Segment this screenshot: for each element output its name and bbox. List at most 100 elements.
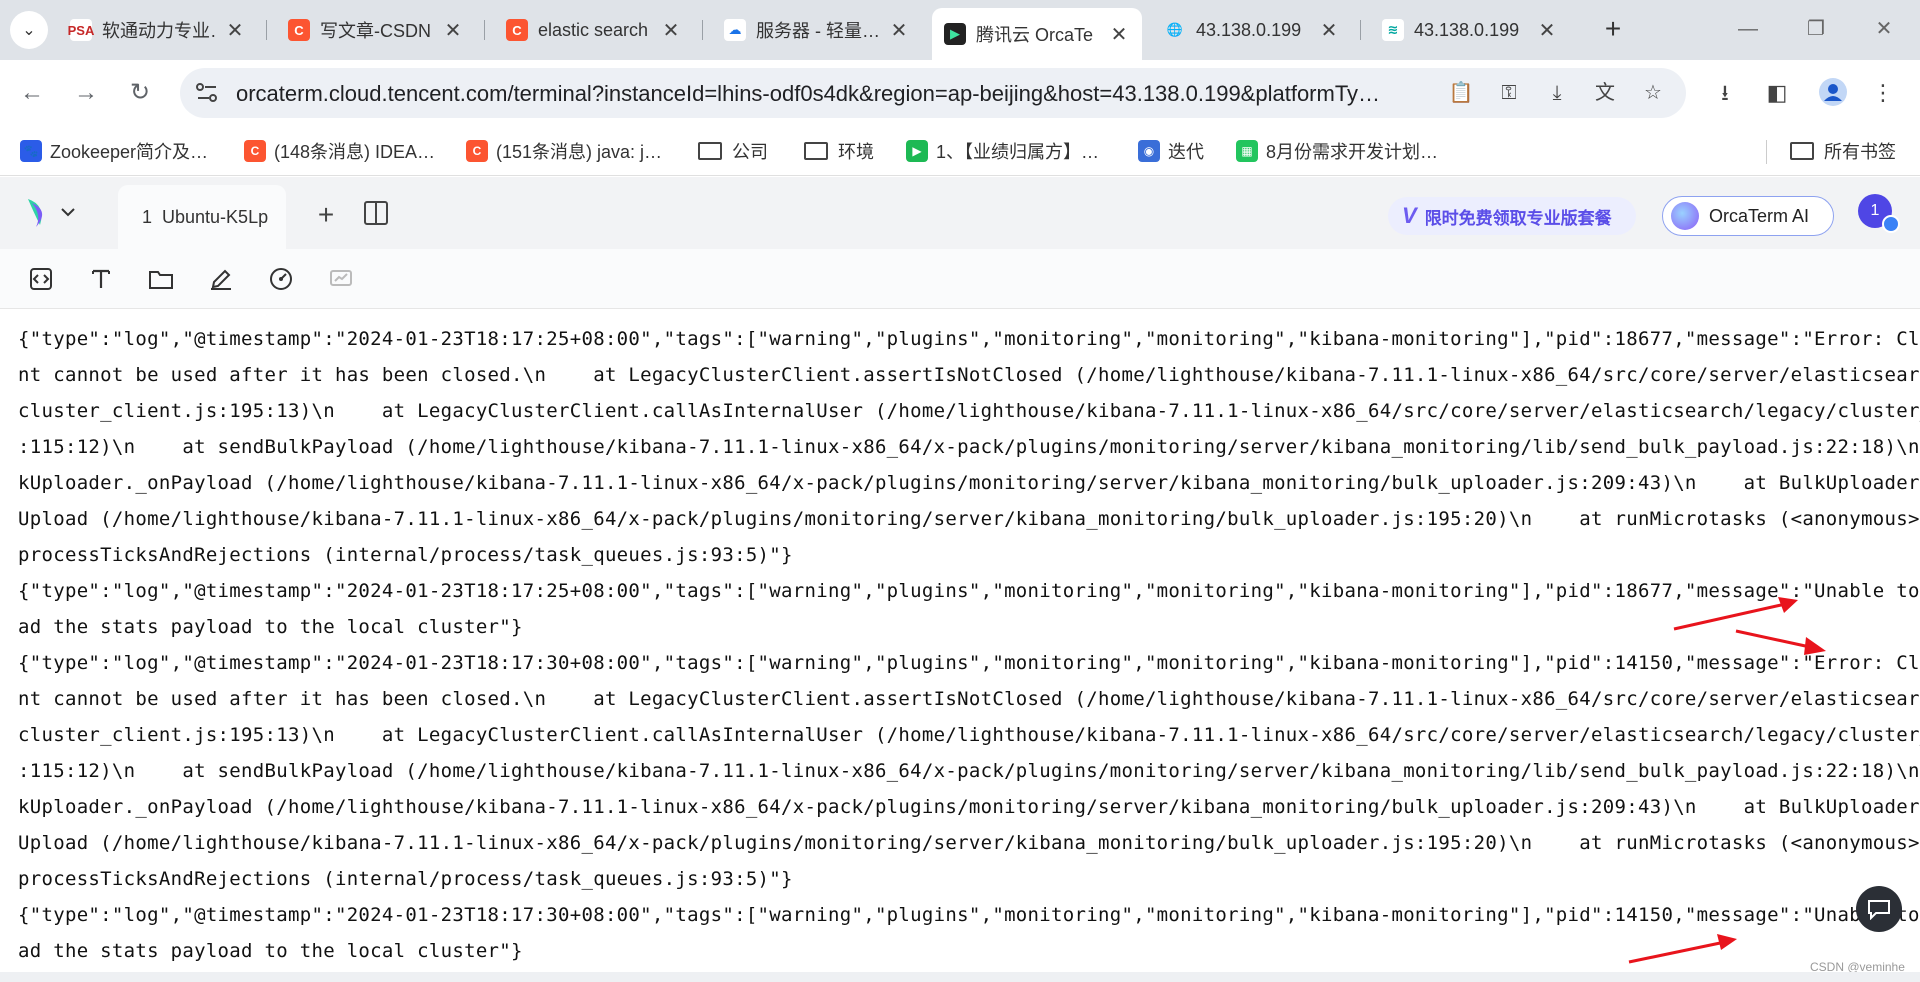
bookmark-item[interactable]: ▶ 1、【业绩归属方】… xyxy=(906,138,1099,164)
install-app-icon[interactable]: ⤓ xyxy=(1540,78,1574,108)
bookmark-label: 迭代 xyxy=(1168,142,1204,162)
v-badge-icon: V xyxy=(1402,203,1417,228)
orca-logo-menu[interactable] xyxy=(24,195,84,231)
promo-banner[interactable]: V 限时免费领取专业版套餐 xyxy=(1388,197,1636,235)
code-icon[interactable] xyxy=(28,266,54,292)
browser-tab[interactable]: ☁ 服务器 - 轻量… ✕ xyxy=(712,10,922,50)
browser-tab[interactable]: ▶ 腾讯云 OrcaTe ✕ xyxy=(932,8,1142,60)
csdn-icon: C xyxy=(244,140,266,162)
menu-icon[interactable]: ⋮ xyxy=(1866,77,1900,109)
browser-tab[interactable]: 🌐 43.138.0.199 ✕ xyxy=(1152,10,1352,50)
tab-favicon-icon: PSA xyxy=(68,19,94,41)
paw-icon: 🐾 xyxy=(20,140,42,162)
tab-label: 43.138.0.199 xyxy=(1414,19,1520,40)
bookmark-item[interactable]: C (148条消息) IDEA… xyxy=(244,138,435,164)
browser-toolbar: ← → ↻ orcaterm.cloud.tencent.com/termina… xyxy=(0,60,1920,126)
tab-close-icon[interactable]: ✕ xyxy=(888,18,910,43)
url-text[interactable]: orcaterm.cloud.tencent.com/terminal?inst… xyxy=(236,81,1416,107)
bookmark-item[interactable]: 公司 xyxy=(698,138,768,164)
key-icon[interactable]: ⚿ xyxy=(1492,78,1526,108)
browser-tab[interactable]: Celastic search ✕ xyxy=(494,10,694,50)
chevron-down-icon: ⌄ xyxy=(22,22,36,39)
tab-favicon-icon: ≋ xyxy=(1382,19,1404,41)
tab-close-icon[interactable]: ✕ xyxy=(1536,18,1558,43)
tab-separator xyxy=(1360,20,1361,40)
bookmark-label: 8月份需求开发计划… xyxy=(1266,142,1439,162)
clipboard-icon[interactable]: 📋 xyxy=(1444,78,1478,108)
site-settings-icon[interactable] xyxy=(194,81,220,105)
reload-button[interactable]: ↻ xyxy=(124,77,156,109)
terminal-line: cluster_client.js:195:13)\n at LegacyClu… xyxy=(18,724,1920,746)
bookmark-item[interactable]: 环境 xyxy=(804,138,874,164)
browser-tab[interactable]: ≋ 43.138.0.199 ✕ xyxy=(1370,10,1570,50)
grid-icon: ▦ xyxy=(1236,140,1258,162)
tab-label: 软通动力专业… xyxy=(102,21,218,41)
orcaterm-ai-button[interactable]: OrcaTerm AI xyxy=(1662,196,1834,236)
ai-logo-icon xyxy=(1671,202,1699,230)
tab-close-icon[interactable]: ✕ xyxy=(1318,18,1340,43)
bookmark-separator xyxy=(1766,140,1767,164)
tab-label: elastic search xyxy=(538,19,649,40)
bookmark-item[interactable]: ▦ 8月份需求开发计划… xyxy=(1236,138,1438,164)
translate-icon[interactable]: 文 xyxy=(1588,78,1622,108)
download-icon[interactable]: ⭳ xyxy=(1708,77,1742,109)
terminal-toolbar xyxy=(0,249,1920,309)
tab-search-button[interactable]: ⌄ xyxy=(10,11,48,49)
play-icon: ▶ xyxy=(906,140,928,162)
bookmark-label: 公司 xyxy=(732,142,768,162)
tab-close-icon[interactable]: ✕ xyxy=(224,18,246,43)
terminal-output[interactable]: {"type":"log","@timestamp":"2024-01-23T1… xyxy=(0,310,1920,972)
tab-close-icon[interactable]: ✕ xyxy=(660,18,682,43)
forward-button[interactable]: → xyxy=(70,77,102,109)
chat-button[interactable] xyxy=(1856,886,1902,932)
terminal-line: kUploader._onPayload (/home/lighthouse/k… xyxy=(18,472,1920,494)
address-bar[interactable]: orcaterm.cloud.tencent.com/terminal?inst… xyxy=(180,68,1686,118)
bookmark-item[interactable]: 🐾 Zookeeper简介及… xyxy=(20,138,208,164)
terminal-line: :115:12)\n at sendBulkPayload (/home/lig… xyxy=(18,760,1920,782)
terminal-line: ad the stats payload to the local cluste… xyxy=(18,940,523,962)
orca-logo-icon xyxy=(28,199,75,227)
profile-icon[interactable] xyxy=(1816,77,1850,109)
tab-close-icon[interactable]: ✕ xyxy=(442,18,464,43)
tab-label: 腾讯云 OrcaTe xyxy=(976,25,1094,45)
tab-close-icon[interactable]: ✕ xyxy=(1108,22,1130,47)
side-panel-icon[interactable]: ◧ xyxy=(1760,77,1794,109)
tab-favicon-icon: ▶ xyxy=(944,23,966,45)
terminal-line: nt cannot be used after it has been clos… xyxy=(18,364,1920,386)
split-view-icon[interactable] xyxy=(364,201,388,225)
folder-icon xyxy=(804,142,828,160)
folder-icon[interactable] xyxy=(148,266,174,292)
terminal-line: {"type":"log","@timestamp":"2024-01-23T1… xyxy=(18,328,1920,350)
tab-separator xyxy=(702,20,703,40)
terminal-line: {"type":"log","@timestamp":"2024-01-23T1… xyxy=(18,580,1920,602)
new-tab-button[interactable]: + xyxy=(1597,14,1629,46)
tab-favicon-icon: C xyxy=(506,19,528,41)
bookmark-item[interactable]: C (151条消息) java: j… xyxy=(466,138,662,164)
bookmark-star-icon[interactable]: ☆ xyxy=(1636,78,1670,108)
back-button[interactable]: ← xyxy=(16,77,48,109)
browser-tab[interactable]: PSA 软通动力专业… ✕ xyxy=(58,10,258,50)
all-bookmarks[interactable]: 所有书签 xyxy=(1790,138,1896,164)
bookmark-item[interactable]: ◉ 迭代 xyxy=(1138,138,1204,164)
session-tab[interactable]: 1 Ubuntu-K5Lp xyxy=(118,185,286,249)
browser-tab[interactable]: C 写文章-CSDN ✕ xyxy=(276,10,476,50)
add-session-button[interactable]: + xyxy=(310,199,342,231)
edit-icon[interactable] xyxy=(208,266,234,292)
terminal-line: nt cannot be used after it has been clos… xyxy=(18,688,1920,710)
terminal-line: cluster_client.js:195:13)\n at LegacyClu… xyxy=(18,400,1920,422)
restore-button[interactable]: ❐ xyxy=(1796,14,1836,46)
close-window-button[interactable]: ✕ xyxy=(1864,14,1904,46)
text-icon[interactable] xyxy=(88,266,114,292)
minimize-button[interactable]: — xyxy=(1728,14,1768,46)
bookmark-label: 环境 xyxy=(838,142,874,162)
terminal-line: kUploader._onPayload (/home/lighthouse/k… xyxy=(18,796,1920,818)
chart-screen-icon xyxy=(328,266,354,292)
folder-icon xyxy=(1790,142,1814,160)
tab-separator xyxy=(266,20,267,40)
tab-favicon-icon: C xyxy=(288,19,310,41)
monitor-gauge-icon[interactable] xyxy=(268,266,294,292)
csdn-icon: C xyxy=(466,140,488,162)
globe-icon: ◉ xyxy=(1138,140,1160,162)
chat-bubble-icon xyxy=(1868,900,1890,920)
terminal-line: Upload (/home/lighthouse/kibana-7.11.1-l… xyxy=(18,508,1920,530)
